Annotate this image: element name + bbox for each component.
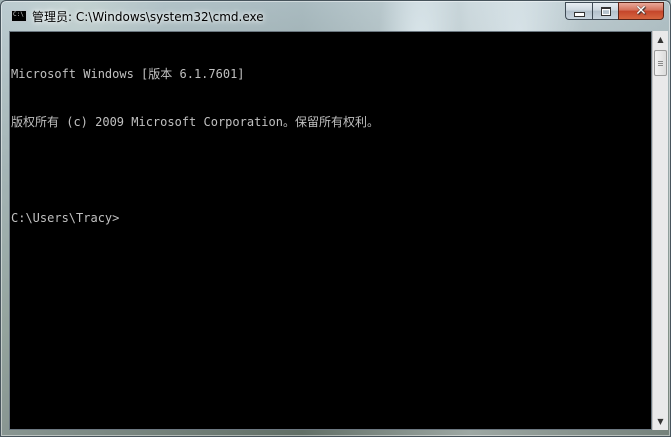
command-prompt[interactable]: C:\Users\Tracy>	[11, 210, 379, 226]
console-line: 版权所有 (c) 2009 Microsoft Corporation。保留所有…	[11, 115, 379, 129]
maximize-icon	[600, 6, 611, 16]
scroll-thumb[interactable]	[654, 50, 667, 76]
console-output-area[interactable]: Microsoft Windows [版本 6.1.7601] 版权所有 (c)…	[9, 31, 652, 430]
console-text: Microsoft Windows [版本 6.1.7601] 版权所有 (c)…	[11, 34, 379, 258]
console-line: ​	[11, 162, 379, 178]
close-button[interactable]: ✕	[618, 2, 664, 20]
minimize-icon	[573, 12, 585, 17]
minimize-button[interactable]	[565, 2, 592, 20]
title-bar[interactable]: C:\ 管理员: C:\Windows\system32\cmd.exe ✕	[1, 1, 670, 31]
console-line: Microsoft Windows [版本 6.1.7601]	[11, 67, 245, 81]
console-app-icon-text: C:\	[13, 11, 24, 18]
vertical-scrollbar[interactable]: ▲ ▼	[652, 31, 668, 430]
scroll-up-arrow-icon[interactable]: ▲	[653, 31, 668, 48]
close-icon: ✕	[635, 3, 647, 19]
thumb-grip	[658, 65, 663, 66]
thumb-grip	[658, 63, 663, 64]
scroll-down-arrow-icon[interactable]: ▼	[653, 413, 668, 430]
caption-buttons: ✕	[565, 2, 664, 21]
console-app-icon[interactable]: C:\	[11, 10, 27, 22]
thumb-grip	[658, 61, 663, 62]
cmd-window: C:\ 管理员: C:\Windows\system32\cmd.exe ✕ M…	[0, 0, 671, 437]
maximize-button[interactable]	[592, 2, 618, 20]
window-title: 管理员: C:\Windows\system32\cmd.exe	[32, 10, 264, 24]
